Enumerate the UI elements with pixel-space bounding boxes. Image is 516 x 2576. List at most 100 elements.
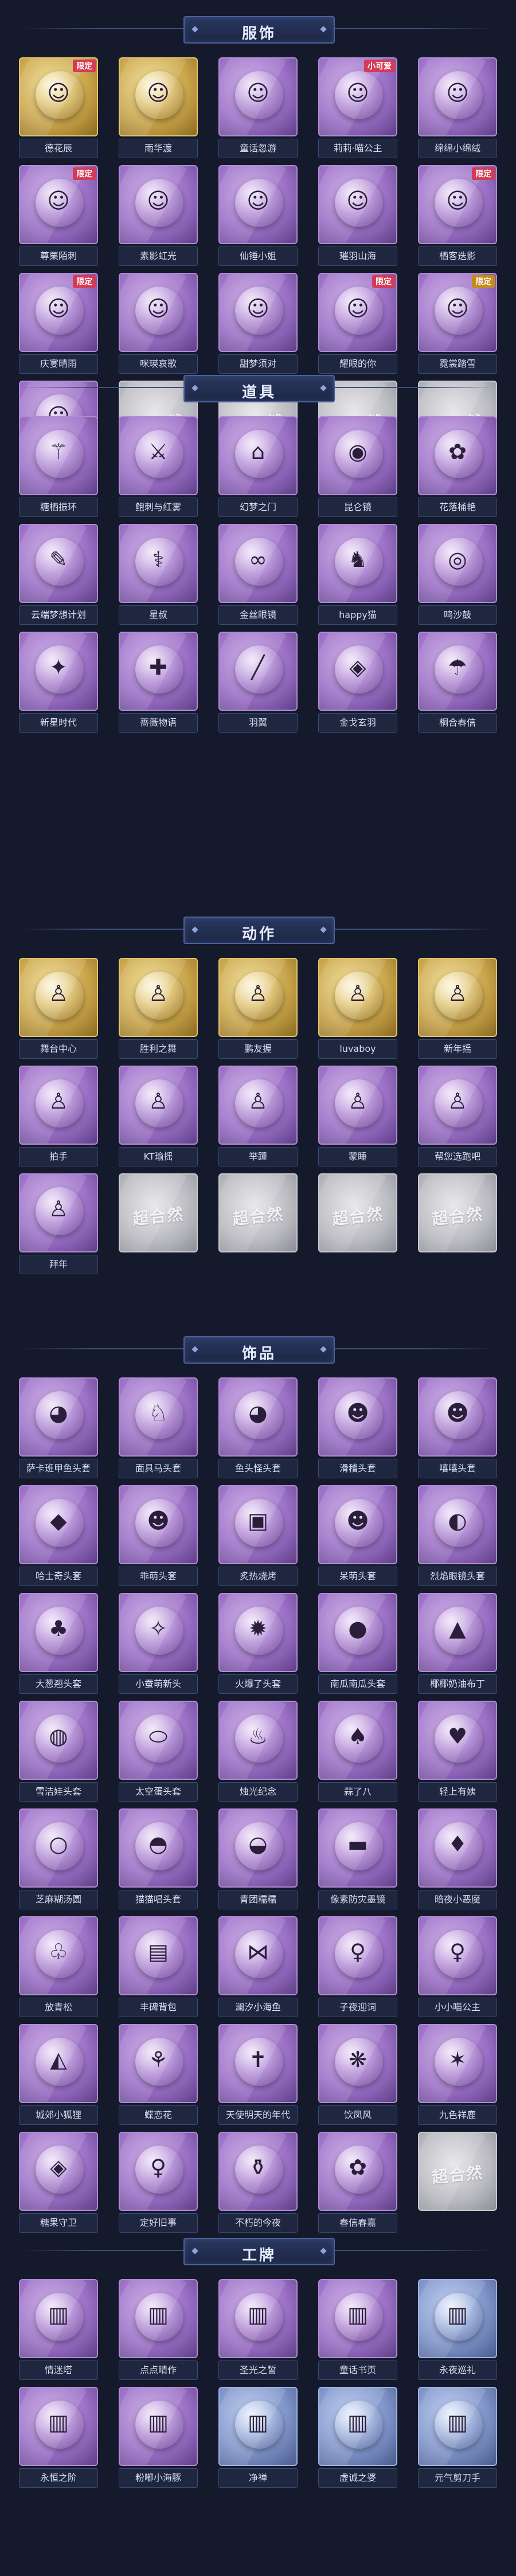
item-thumbnail[interactable]: ◉ <box>318 416 397 495</box>
item-thumbnail[interactable]: ☺ 限定 <box>19 165 98 244</box>
item-thumbnail[interactable]: ♙ <box>119 958 198 1037</box>
item-card[interactable]: ✿ 花落桶艳 <box>415 416 501 522</box>
item-thumbnail[interactable]: ▥ <box>119 2279 198 2358</box>
item-card[interactable]: ♙ 举踵 <box>215 1066 301 1172</box>
item-thumbnail[interactable]: 超合然 <box>318 1173 397 1252</box>
item-thumbnail[interactable]: ◐ <box>418 1485 497 1564</box>
item-thumbnail[interactable]: ✿ <box>418 416 497 495</box>
item-card[interactable]: ♙ 蒙睡 <box>315 1066 401 1172</box>
item-card[interactable]: ♣ 大葱翘头套 <box>15 1593 101 1699</box>
item-card[interactable]: ◕ 萨卡班甲鱼头套 <box>15 1377 101 1483</box>
item-thumbnail[interactable]: ✹ <box>218 1593 298 1672</box>
item-card[interactable]: ▲ 椰椰奶油布丁 <box>415 1593 501 1699</box>
item-card[interactable]: ◆ 哈士奇头套 <box>15 1485 101 1591</box>
item-card[interactable]: ♘ 面具马头套 <box>115 1377 201 1483</box>
item-card[interactable]: ♞ happy猫 <box>315 524 401 630</box>
item-thumbnail[interactable]: ♀ <box>418 1916 497 1995</box>
item-thumbnail[interactable]: ♙ <box>418 958 497 1037</box>
item-card[interactable]: ◓ 猫猫唱头套 <box>115 1808 201 1915</box>
item-thumbnail[interactable]: 超合然 <box>119 1173 198 1252</box>
item-thumbnail[interactable]: ◈ <box>318 632 397 711</box>
item-thumbnail[interactable]: ♙ <box>119 1066 198 1145</box>
item-thumbnail[interactable]: ⚘ <box>119 2024 198 2103</box>
item-card[interactable]: ♨ 烛光纪念 <box>215 1701 301 1807</box>
item-card[interactable]: ☻ 呆萌头套 <box>315 1485 401 1591</box>
item-card[interactable]: ♠ 蒜了八 <box>315 1701 401 1807</box>
item-thumbnail[interactable]: ◆ <box>19 1485 98 1564</box>
item-thumbnail[interactable]: ☺ 限定 <box>418 165 497 244</box>
item-thumbnail[interactable]: ☺ <box>119 57 198 136</box>
item-thumbnail[interactable]: ☺ <box>218 165 298 244</box>
item-thumbnail[interactable]: ♞ <box>318 524 397 603</box>
item-card[interactable]: ▥ 永夜巡礼 <box>415 2279 501 2385</box>
item-thumbnail[interactable]: ☺ <box>119 273 198 352</box>
item-thumbnail[interactable]: ▤ <box>119 1916 198 1995</box>
item-card[interactable]: ✧ 小蚕萌新头 <box>115 1593 201 1699</box>
item-card[interactable]: 超合然 <box>415 2132 501 2238</box>
item-thumbnail[interactable]: ◓ <box>119 1808 198 1888</box>
item-card[interactable]: ☻ 滑稽头套 <box>315 1377 401 1483</box>
item-thumbnail[interactable]: ⚚ <box>19 416 98 495</box>
item-card[interactable]: ☺ 童话忽游 <box>215 57 301 163</box>
item-thumbnail[interactable]: ▥ <box>318 2279 397 2358</box>
item-card[interactable]: ☺ 璀羽山海 <box>315 165 401 271</box>
item-card[interactable]: ⌂ 幻梦之门 <box>215 416 301 522</box>
item-card[interactable]: 超合然 <box>115 1173 201 1279</box>
item-card[interactable]: ☺ 绵绵小绵绒 <box>415 57 501 163</box>
item-card[interactable]: ◈ 金戈玄羽 <box>315 632 401 738</box>
item-thumbnail[interactable]: 超合然 <box>418 2132 497 2211</box>
item-card[interactable]: ▬ 像素防灾墨镜 <box>315 1808 401 1915</box>
item-card[interactable]: ☻ 嘻嘻头套 <box>415 1377 501 1483</box>
item-thumbnail[interactable]: ◈ <box>19 2132 98 2211</box>
item-thumbnail[interactable]: ✎ <box>19 524 98 603</box>
item-thumbnail[interactable]: ♙ <box>218 958 298 1037</box>
item-thumbnail[interactable]: ◒ <box>218 1808 298 1888</box>
item-thumbnail[interactable]: ◕ <box>218 1377 298 1457</box>
item-card[interactable]: ✝ 天使明天的年代 <box>215 2024 301 2130</box>
item-card[interactable]: ♙ 拜年 <box>15 1173 101 1279</box>
item-thumbnail[interactable]: ▥ <box>19 2387 98 2466</box>
item-card[interactable]: ☺ 限定 德花辰 <box>15 57 101 163</box>
item-card[interactable]: ● 南瓜南瓜头套 <box>315 1593 401 1699</box>
item-thumbnail[interactable]: ☺ 限定 <box>19 273 98 352</box>
item-card[interactable]: ☺ 限定 霓裳踏雪 <box>415 273 501 379</box>
item-card[interactable]: ♙ 帮您选跑吧 <box>415 1066 501 1172</box>
item-card[interactable]: ∞ 金丝眼镜 <box>215 524 301 630</box>
item-card[interactable]: ▥ 情迷塔 <box>15 2279 101 2385</box>
item-card[interactable]: ☻ 乖萌头套 <box>115 1485 201 1591</box>
item-card[interactable]: ♧ 放青松 <box>15 1916 101 2022</box>
item-thumbnail[interactable]: ♙ <box>19 1173 98 1252</box>
item-thumbnail[interactable]: ⚱ <box>218 2132 298 2211</box>
item-thumbnail[interactable]: ♙ <box>418 1066 497 1145</box>
item-thumbnail[interactable]: ▥ <box>418 2387 497 2466</box>
item-thumbnail[interactable]: ☻ <box>318 1485 397 1564</box>
item-card[interactable]: ⚱ 不朽的今夜 <box>215 2132 301 2238</box>
item-card[interactable]: ▥ 元气剪刀手 <box>415 2387 501 2493</box>
item-thumbnail[interactable]: ∞ <box>218 524 298 603</box>
item-thumbnail[interactable]: ♙ <box>318 1066 397 1145</box>
item-thumbnail[interactable]: ▥ <box>218 2279 298 2358</box>
item-thumbnail[interactable]: ▥ <box>418 2279 497 2358</box>
item-thumbnail[interactable]: 超合然 <box>418 1173 497 1252</box>
item-card[interactable]: ▥ 点点晴作 <box>115 2279 201 2385</box>
item-card[interactable]: ⋈ 澜汐小海鱼 <box>215 1916 301 2022</box>
item-card[interactable]: ⬭ 太空蛋头套 <box>115 1701 201 1807</box>
item-thumbnail[interactable]: ☻ <box>318 1377 397 1457</box>
item-card[interactable]: ◐ 烈焰眼镜头套 <box>415 1485 501 1591</box>
item-card[interactable]: ♙ 拍手 <box>15 1066 101 1172</box>
item-card[interactable]: ❋ 饮凤风 <box>315 2024 401 2130</box>
item-card[interactable]: ☂ 桐合春信 <box>415 632 501 738</box>
item-thumbnail[interactable]: ⚔ <box>119 416 198 495</box>
item-card[interactable]: ☺ 素影虹光 <box>115 165 201 271</box>
item-card[interactable]: ✹ 火爆了头套 <box>215 1593 301 1699</box>
item-card[interactable]: ○ 芝麻糊汤圆 <box>15 1808 101 1915</box>
item-thumbnail[interactable]: ♘ <box>119 1377 198 1457</box>
item-thumbnail[interactable]: ☺ <box>218 273 298 352</box>
item-card[interactable]: ♙ 鹏友握 <box>215 958 301 1064</box>
item-card[interactable]: ▥ 童话书页 <box>315 2279 401 2385</box>
item-card[interactable]: ◈ 糖果守卫 <box>15 2132 101 2238</box>
item-thumbnail[interactable]: ✿ <box>318 2132 397 2211</box>
item-card[interactable]: ♀ 子夜迎词 <box>315 1916 401 2022</box>
item-thumbnail[interactable]: ▥ <box>19 2279 98 2358</box>
item-thumbnail[interactable]: ✧ <box>119 1593 198 1672</box>
